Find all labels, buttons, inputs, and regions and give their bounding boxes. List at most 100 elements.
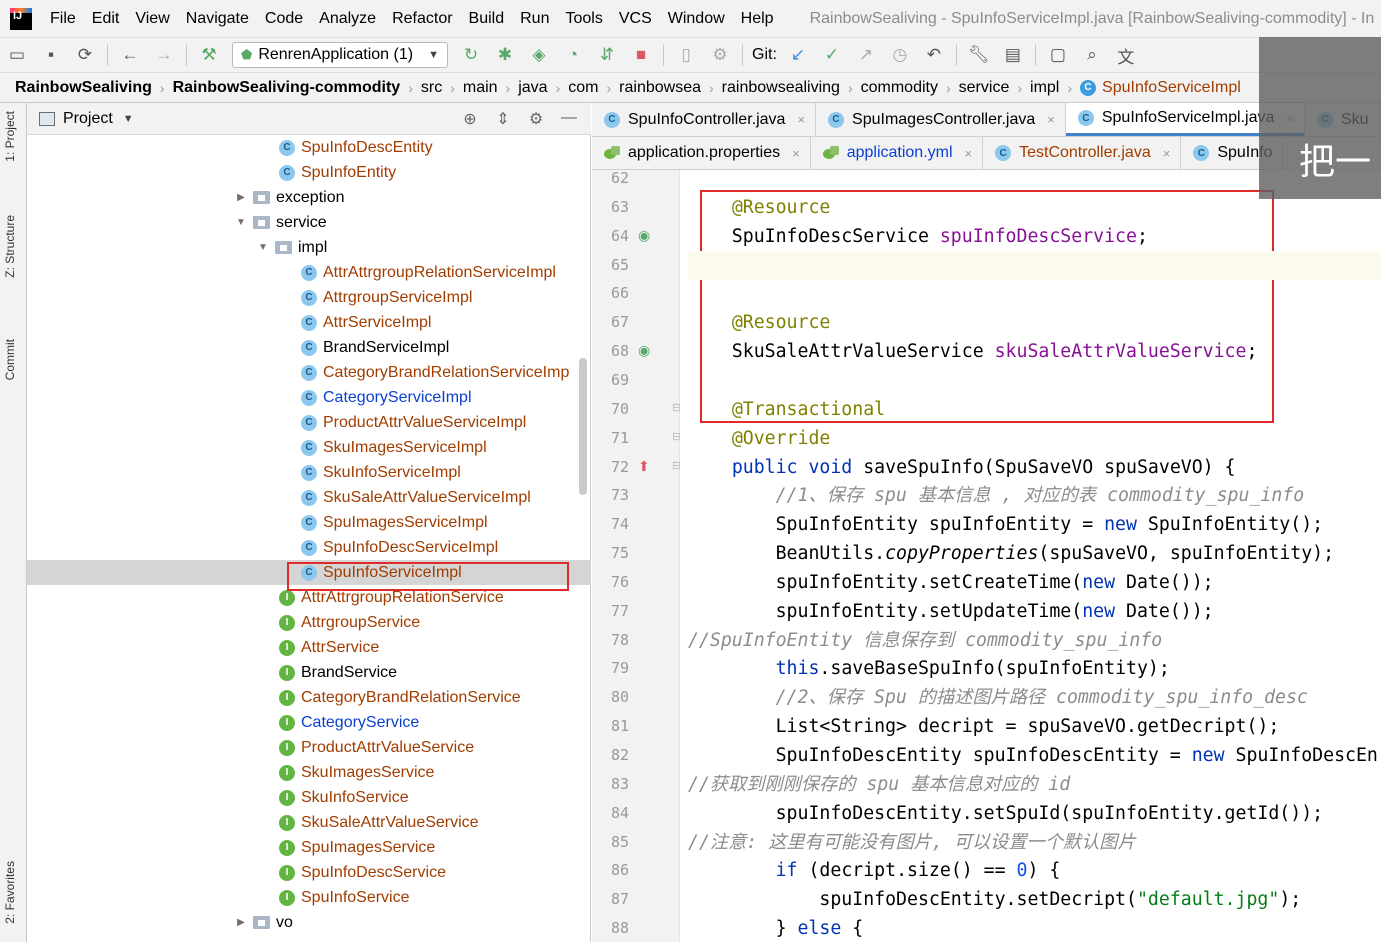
tree-item[interactable]: I CategoryService [27,710,591,735]
layout-icon[interactable]: ▢ [1047,44,1069,66]
breadcrumb-item-rainbowsea[interactable]: rainbowsea [619,79,701,97]
git-commit-icon[interactable]: ✓ [821,44,843,66]
sync-icon[interactable]: ⟳ [74,44,96,66]
tree-item[interactable]: I SkuSaleAttrValueService [27,810,591,835]
git-update-icon[interactable]: ↙ [787,44,809,66]
project-tool-tab[interactable]: 1: Project [3,111,17,162]
debug-icon[interactable]: ✱ [494,44,516,66]
menu-tools[interactable]: Tools [557,10,610,28]
search-icon[interactable]: ⌕ [1081,44,1103,66]
rollback-icon[interactable]: ↶ [923,44,945,66]
translate-icon[interactable]: 文 [1115,44,1137,67]
tree-item[interactable]: I SpuInfoService [27,885,591,910]
tree-item[interactable]: ▼ impl [27,235,591,260]
bean-navigation-icon[interactable]: ◉ [638,342,650,359]
tree-item[interactable]: C AttrgroupServiceImpl [27,285,591,310]
menu-analyze[interactable]: Analyze [311,10,384,28]
profile-icon[interactable]: ◔ [562,44,584,66]
build-artifact-icon[interactable]: ⚙ [709,44,731,66]
tree-item[interactable]: C SkuImagesServiceImpl [27,435,591,460]
collapsed-arrow-icon[interactable]: ▶ [233,192,249,203]
bean-navigation-icon[interactable]: ◉ [638,227,650,244]
tree-item[interactable]: C SkuSaleAttrValueServiceImpl [27,485,591,510]
close-icon[interactable]: × [1047,112,1055,127]
tree-item[interactable]: C ProductAttrValueServiceImpl [27,410,591,435]
menu-refactor[interactable]: Refactor [384,10,460,28]
settings-wrench-icon[interactable]: 🔧︎ [968,44,990,66]
stop-icon[interactable]: ■ [630,44,652,66]
breadcrumb-item-main[interactable]: main [463,79,498,97]
tree-item[interactable]: I SkuImagesService [27,760,591,785]
tree-item[interactable]: I CategoryBrandRelationService [27,685,591,710]
run-configuration-select[interactable]: ⬟ RenrenApplication (1) ▼ [232,42,448,68]
menu-code[interactable]: Code [257,10,311,28]
breadcrumb-item-rainbowsealiving[interactable]: RainbowSealiving [15,79,152,97]
menu-navigate[interactable]: Navigate [178,10,257,28]
rerun-icon[interactable]: ↻ [460,44,482,66]
tree-item[interactable]: C SkuInfoServiceImpl [27,460,591,485]
tree-item[interactable]: I SkuInfoService [27,785,591,810]
hide-icon[interactable]: — [558,109,580,129]
attach-icon[interactable]: ▯ [675,44,697,66]
back-icon[interactable]: ← [119,44,141,66]
git-push-icon[interactable]: ↗ [855,44,877,66]
breadcrumb-item-spuinfoserviceimpl[interactable]: SpuInfoServiceImpl [1102,79,1241,97]
tree-item[interactable]: I ProductAttrValueService [27,735,591,760]
breadcrumb-item-com[interactable]: com [568,79,598,97]
collapse-all-icon[interactable]: ⇕ [492,109,514,129]
tree-item[interactable]: I AttrgroupService [27,610,591,635]
breadcrumb-item-rainbowsealiving[interactable]: rainbowsealiving [722,79,840,97]
tree-item[interactable]: I BrandService [27,660,591,685]
project-panel-title[interactable]: Project [63,110,113,128]
commit-tool-tab[interactable]: Commit [3,339,17,380]
menu-vcs[interactable]: VCS [611,10,660,28]
structure-tool-tab[interactable]: Z: Structure [3,215,17,278]
editor-tab-application-properties[interactable]: application.properties × [592,137,811,169]
breadcrumb-item-src[interactable]: src [421,79,442,97]
menu-window[interactable]: Window [660,10,733,28]
menu-edit[interactable]: Edit [84,10,128,28]
menu-run[interactable]: Run [512,10,557,28]
locate-icon[interactable]: ⊕ [459,109,481,129]
menu-file[interactable]: File [42,10,84,28]
tree-item[interactable]: C AttrServiceImpl [27,310,591,335]
build-hammer-icon[interactable]: ⚒ [198,44,220,66]
chevron-down-icon[interactable]: ▼ [123,113,134,125]
code-editor[interactable]: @Resource SpuInfoDescService spuInfoDesc… [680,170,1381,942]
tree-item[interactable]: ▼ service [27,210,591,235]
close-icon[interactable]: × [792,146,800,161]
tree-item[interactable]: I SpuImagesService [27,835,591,860]
tree-scrollbar[interactable] [579,358,587,495]
editor-tab-spuimagescontroller-java[interactable]: C SpuImagesController.java × [816,103,1066,136]
breadcrumb-item-java[interactable]: java [518,79,547,97]
tree-item[interactable]: ▶ vo [27,910,591,935]
git-history-icon[interactable]: ◷ [889,44,911,66]
menu-build[interactable]: Build [461,10,513,28]
tree-item[interactable]: I SpuInfoDescService [27,860,591,885]
breadcrumb-item-rainbowsealiving-commodity[interactable]: RainbowSealiving-commodity [173,79,401,97]
tree-item[interactable]: C CategoryServiceImpl [27,385,591,410]
editor-tab-application-yml[interactable]: application.yml × [811,137,984,169]
tree-item[interactable]: C SpuInfoEntity [27,160,591,185]
expanded-arrow-icon[interactable]: ▼ [233,217,249,228]
menu-help[interactable]: Help [733,10,782,28]
editor-tab-testcontroller-java[interactable]: C TestController.java × [983,137,1182,169]
editor-tab-spuinfocontroller-java[interactable]: C SpuInfoController.java × [592,103,817,136]
favorites-tool-tab[interactable]: 2: Favorites [3,861,17,924]
breadcrumb-item-commodity[interactable]: commodity [861,79,938,97]
breadcrumb-item-impl[interactable]: impl [1030,79,1059,97]
tree-item[interactable]: C SpuInfoDescEntity [27,135,591,160]
tree-item[interactable]: C AttrAttrgroupRelationServiceImpl [27,260,591,285]
tree-item[interactable]: I AttrService [27,635,591,660]
stop-debug-icon[interactable]: ⇵ [596,44,618,66]
save-all-icon[interactable]: ▪ [40,44,62,66]
breadcrumb-item-service[interactable]: service [959,79,1010,97]
close-icon[interactable]: × [797,112,805,127]
gear-icon[interactable]: ⚙ [525,109,547,129]
project-structure-icon[interactable]: ▤ [1002,44,1024,66]
tree-item[interactable]: C CategoryBrandRelationServiceImp [27,360,591,385]
tree-item[interactable]: C BrandServiceImpl [27,335,591,360]
menu-view[interactable]: View [127,10,177,28]
open-folder-icon[interactable]: ▭ [6,44,28,66]
coverage-icon[interactable]: ◈ [528,44,550,66]
